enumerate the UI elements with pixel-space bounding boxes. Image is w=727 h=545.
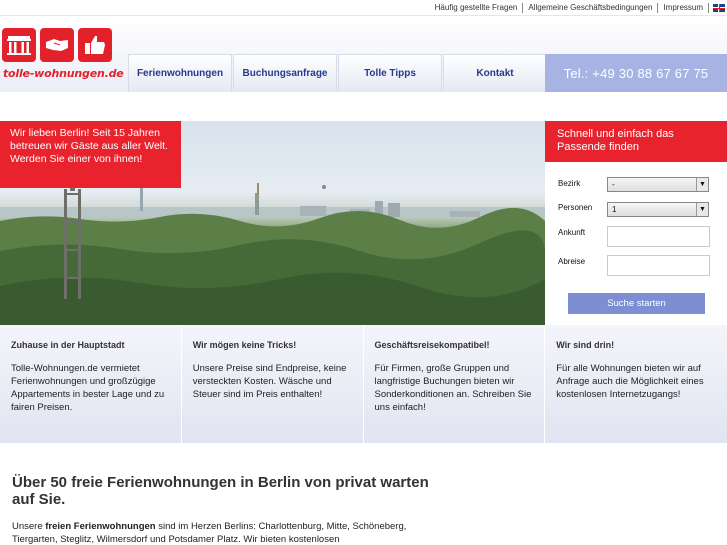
top-links: Häufig gestellte Fragen Allgemeine Gesch… <box>430 0 727 16</box>
dropdown-arrow-icon: ▼ <box>696 178 708 191</box>
ankunft-input[interactable] <box>607 226 710 247</box>
feature-keine-tricks: Wir mögen keine Tricks! Unsere Preise si… <box>182 325 364 443</box>
feature-text: Für alle Wohnungen bieten wir auf Anfrag… <box>556 363 704 400</box>
nav-tolle-tipps[interactable]: Tolle Tipps <box>338 54 442 92</box>
main-heading: Über 50 freie Ferienwohnungen in Berlin … <box>12 474 429 508</box>
nav-kontakt[interactable]: Kontakt <box>443 54 547 92</box>
intro-bold: freien Ferienwohnungen <box>45 521 156 532</box>
feature-geschaeftsreise: Geschäftsreisekompatibel! Für Firmen, gr… <box>364 325 546 443</box>
feature-internet: Wir sind drin! Für alle Wohnungen bieten… <box>545 325 727 443</box>
main-intro: Unsere freien Ferienwohnungen sind im He… <box>12 520 432 545</box>
abreise-input[interactable] <box>607 255 710 276</box>
label-abreise: Abreise <box>558 257 586 266</box>
top-utility-bar: Häufig gestellte Fragen Allgemeine Gesch… <box>0 0 727 16</box>
feature-title: Geschäftsreisekompatibel! <box>374 340 490 350</box>
feature-title: Wir sind drin! <box>556 340 615 350</box>
nav-buchungsanfrage[interactable]: Buchungsanfrage <box>233 54 337 92</box>
intro-prefix: Unsere <box>12 521 46 532</box>
brandenburg-gate-icon <box>2 28 36 62</box>
header: tolle-wohnungen.de Ferienwohnungen Buchu… <box>0 16 727 92</box>
main-nav: Ferienwohnungen Buchungsanfrage Tolle Ti… <box>128 54 548 92</box>
dropdown-arrow-icon: ▼ <box>696 203 708 216</box>
bezirk-value: - <box>612 180 615 189</box>
feature-text: Tolle-Wohnungen.de vermietet Ferienwohnu… <box>11 363 165 413</box>
label-bezirk: Bezirk <box>558 179 581 188</box>
feature-title: Wir mögen keine Tricks! <box>192 340 297 350</box>
logo[interactable] <box>2 28 112 62</box>
personen-value: 1 <box>612 205 617 214</box>
feature-title: Zuhause in der Hauptstadt <box>11 340 125 350</box>
english-flag-icon[interactable] <box>713 4 725 12</box>
nav-ferienwohnungen[interactable]: Ferienwohnungen <box>128 54 232 92</box>
thumbs-up-icon <box>78 28 112 62</box>
personen-select[interactable]: 1 ▼ <box>607 202 709 217</box>
phone-number: Tel.: +49 30 88 67 67 75 <box>545 54 727 92</box>
feature-hauptstadt: Zuhause in der Hauptstadt Tolle-Wohnunge… <box>0 325 182 443</box>
link-faq[interactable]: Häufig gestellte Fragen <box>430 3 524 13</box>
handshake-icon <box>40 28 74 62</box>
feature-text: Für Firmen, große Gruppen und langfristi… <box>374 363 532 413</box>
feature-text: Unsere Preise sind Endpreise, keine vers… <box>192 363 347 400</box>
label-personen: Personen <box>558 203 593 212</box>
main-content: Über 50 freie Ferienwohnungen in Berlin … <box>12 474 432 545</box>
feature-columns: Zuhause in der Hauptstadt Tolle-Wohnunge… <box>0 325 727 443</box>
search-button[interactable]: Suche starten <box>568 293 705 314</box>
logo-text[interactable]: tolle-wohnungen.de <box>3 67 124 80</box>
hero-message: Wir lieben Berlin! Seit 15 Jahren betreu… <box>0 121 181 188</box>
link-impressum[interactable]: Impressum <box>658 3 709 13</box>
label-ankunft: Ankunft <box>558 228 586 237</box>
bezirk-select[interactable]: - ▼ <box>607 177 709 192</box>
search-title: Schnell und einfach das Passende finden <box>545 121 727 162</box>
link-agb[interactable]: Allgemeine Geschäftsbedingungen <box>523 3 659 13</box>
